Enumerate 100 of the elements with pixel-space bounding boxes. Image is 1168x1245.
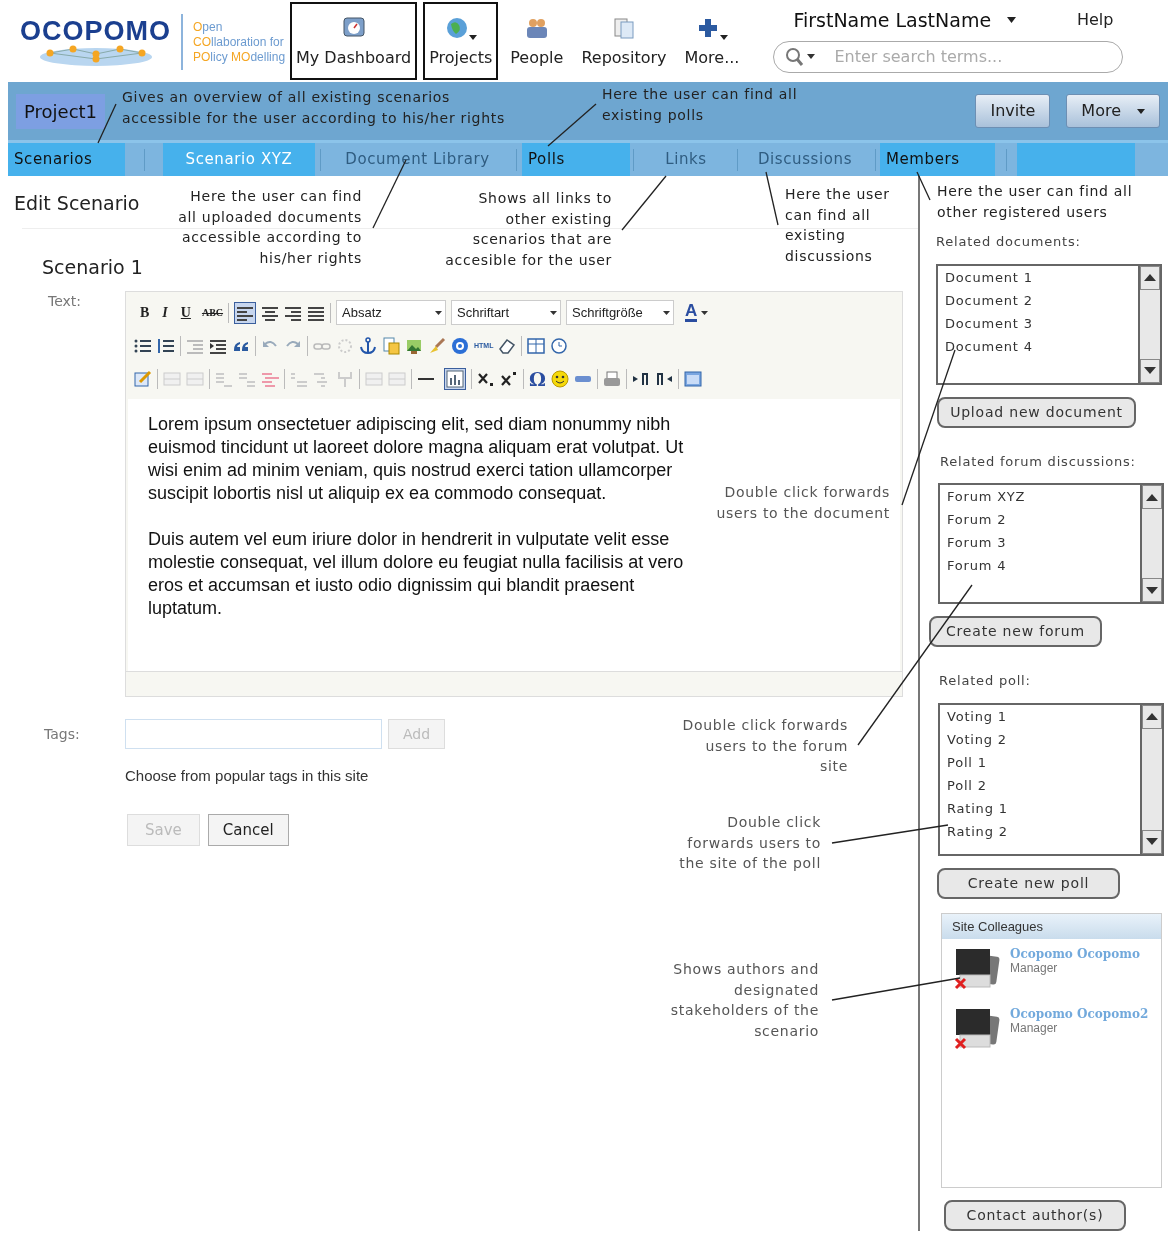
strikethrough-button[interactable]: ABC [201,307,224,318]
italic-button[interactable]: I [162,304,168,321]
paragraph-text: Duis autem vel eum iriure dolor in hendrerit in vulputate velit esse molestie consequat, vel illum dolore eu feugiat nulla facilisis at vero eros et accumsan et iusto odio dignissim qui blandit praesent luptatum. [148,528,685,620]
superscript-icon[interactable] [500,369,518,388]
list-item[interactable]: Poll 1 [947,750,1140,774]
list-box[interactable]: Forum XYZ Forum 2 Forum 3 Forum 4 [938,483,1164,604]
list-item[interactable]: Voting 2 [947,727,1140,751]
field-label: Tags: [43,724,81,744]
paste-document-icon[interactable] [382,336,400,355]
list-item[interactable]: Voting 1 [947,704,1140,728]
list-item[interactable]: Forum 3 [947,531,1140,554]
nav-tab[interactable]: Members [880,143,995,176]
list-item[interactable]: Document 4 [945,334,1138,358]
list-box[interactable]: Voting 1 Voting 2 Poll 1 Poll 2 Rating 1 Rating 2 [938,702,1164,856]
scroll-down-icon[interactable] [1146,838,1158,845]
list-item[interactable]: Document 1 [945,265,1138,289]
font-color-button[interactable]: A [685,303,698,322]
help-icon[interactable] [451,336,469,355]
block-button[interactable] [444,367,466,390]
logo-text: OCOPOMO [20,17,171,45]
table-icon[interactable] [527,336,546,355]
tagline-text: COllaboration for [193,34,285,50]
leader-line [97,103,117,144]
chart-icon [446,369,464,388]
tagline-text: Open [193,19,224,35]
list-item[interactable]: Document 2 [945,288,1138,312]
invite-button[interactable]: Invite [975,94,1051,128]
font-family-select[interactable]: Schriftart [451,300,562,325]
window-icon[interactable] [683,369,702,388]
underline-button[interactable]: U [180,304,191,321]
numbered-list-icon[interactable] [157,336,175,355]
scrollbar[interactable] [1140,704,1162,854]
list-item[interactable]: Rating 2 [947,819,1140,843]
project-name: Project1 [16,93,106,129]
sidebar-button[interactable]: Create new poll [937,867,1120,899]
caret-icon [701,310,709,315]
list-item[interactable]: Rating 1 [947,796,1140,820]
search-field[interactable]: Enter search terms... [773,40,1124,73]
leader-line [547,103,597,147]
annotation-text: Gives an overview of all existing scenarios accessible for the user according to his/her rights [122,88,505,128]
nav-tab[interactable]: Scenarios [8,143,125,176]
scroll-up-icon[interactable] [1146,493,1158,501]
annotation-text: Here the user can find all existing polls [602,85,798,125]
nav-item[interactable]: Projects [423,2,499,80]
help-link[interactable]: Help [1076,8,1114,33]
paragraph-format-select[interactable]: Absatz [336,300,447,325]
page-title: Edit Scenario [14,191,140,216]
tags-input-field[interactable] [125,719,382,749]
dashboard-gauge-icon [341,16,366,40]
leader-line [916,171,931,201]
list-item[interactable]: Forum 4 [947,554,1140,577]
table-cell-icon[interactable] [186,369,204,388]
eraser-icon[interactable] [498,336,517,355]
list-item[interactable]: Poll 2 [947,773,1140,797]
clock-icon[interactable] [550,336,569,355]
action-button[interactable]: Cancel [207,814,289,846]
rich-text-editor[interactable] [125,291,903,697]
sidebar-button[interactable]: Upload new document [937,396,1136,428]
hint-text: Choose from popular tags in this site [125,767,370,784]
nav-tab[interactable]: Polls [522,143,630,176]
anchor-icon[interactable] [359,336,377,355]
annotation-text: Here the user can find all uploaded documents accessible according to his/her rights [178,187,362,268]
scenario-name: Scenario 1 [42,254,143,280]
scroll-down-icon[interactable] [1146,586,1158,594]
user-menu[interactable]: FirstName LastName [793,6,1017,35]
contact-button[interactable]: Contact author(s) [944,1199,1126,1231]
scroll-up-icon[interactable] [1144,274,1156,281]
section-title: Related forum discussions: [940,452,1137,471]
scroll-down-icon[interactable] [1144,367,1156,374]
dropdown-button[interactable]: More [1066,94,1160,128]
align-left-button[interactable] [234,301,257,324]
brush-icon[interactable] [428,336,446,355]
annotation-text: Double click forwards users to the site of the poll [679,813,821,873]
caret-icon [435,310,443,315]
people-icon [524,16,549,40]
nav-item[interactable]: More... [678,2,746,80]
nav-item[interactable]: Repository [575,2,673,80]
scrollbar[interactable] [1140,485,1162,602]
caret-icon [719,35,728,40]
documents-icon [611,16,636,40]
list-item[interactable]: Forum XYZ [947,485,1140,508]
sidebar-button[interactable]: Create new forum [929,616,1102,647]
globe-icon [444,16,469,40]
list-item[interactable]: Forum 2 [947,508,1140,531]
section-title: Related poll: [939,672,1032,690]
caret-icon [468,35,477,40]
annotation-text: Shows all links to other existing scenarios that are accesible for the user [445,189,612,270]
special-character-button[interactable]: Ω [529,369,546,388]
nav-item[interactable]: My Dashboard [290,2,418,80]
scroll-up-icon[interactable] [1146,713,1158,720]
print-icon[interactable] [602,369,621,388]
scrollbar[interactable] [1138,265,1160,383]
list-item[interactable]: Document 3 [945,311,1138,335]
list-box[interactable]: Document 1 Document 2 Document 3 Document 4 [936,263,1162,385]
annotation-text: Shows authors and designated stakeholders of the scenario [670,960,819,1041]
bold-button[interactable]: B [140,304,150,321]
font-size-select[interactable]: Schriftgröße [566,300,675,325]
nav-item[interactable]: People [504,2,570,80]
editor-content[interactable] [128,399,900,671]
smiley-icon[interactable] [550,369,569,388]
